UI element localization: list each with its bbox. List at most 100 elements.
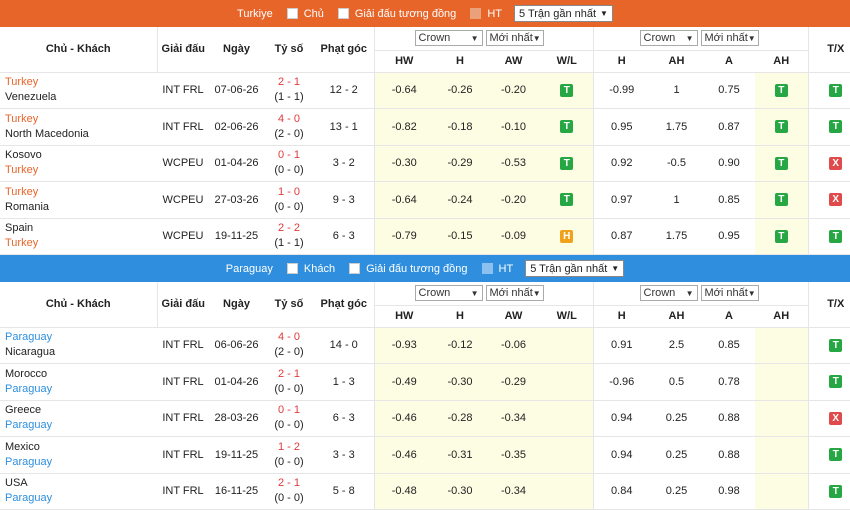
home-team[interactable]: Mexico xyxy=(5,440,157,455)
odds-type-select[interactable]: Mới nhất ▼ xyxy=(700,285,759,302)
same-league-checkbox[interactable] xyxy=(337,8,349,19)
league: WCPEU xyxy=(157,218,209,255)
col-date: Ngày xyxy=(209,27,264,73)
col-teams: Chủ - Khách xyxy=(0,282,158,328)
chevron-down-icon: ▼ xyxy=(685,33,694,43)
bookmaker-select[interactable]: Crown ▼ xyxy=(639,285,698,302)
table-row[interactable]: Greece Paraguay INT FRL 28-03-26 0 - 1 (0 - 0… xyxy=(0,400,850,437)
handicap-line: 0.25 xyxy=(650,436,703,474)
home-team[interactable]: Spain xyxy=(5,221,157,236)
result-1x2: T xyxy=(541,181,594,219)
away-team[interactable]: Turkey xyxy=(5,236,157,251)
league: INT FRL xyxy=(157,400,209,437)
corners: 1 - 3 xyxy=(314,363,375,401)
league: WCPEU xyxy=(157,181,209,219)
away-team[interactable]: Nicaragua xyxy=(5,345,157,360)
home-team[interactable]: Turkey xyxy=(5,75,157,90)
chevron-down-icon: ▼ xyxy=(470,33,479,43)
handicap-line: -0.5 xyxy=(650,145,703,182)
result-1x2 xyxy=(541,363,594,401)
away-team[interactable]: North Macedonia xyxy=(5,127,157,142)
match-date: 02-06-26 xyxy=(209,108,264,146)
result-over-under: T xyxy=(808,473,850,510)
table-row[interactable]: Turkey Venezuela INT FRL 07-06-26 2 - 1 (1 - … xyxy=(0,72,850,109)
ht-checkbox[interactable] xyxy=(481,263,493,274)
result-handicap: T xyxy=(755,218,809,255)
match-teams: Spain Turkey xyxy=(0,218,157,255)
result-over-under: T xyxy=(808,218,850,255)
full-time-score: 2 - 2 xyxy=(277,222,300,235)
col-league: Giải đấu xyxy=(157,282,209,328)
result-badge: X xyxy=(829,156,843,170)
same-league-label: Giải đấu tương đồng xyxy=(366,262,468,275)
home-team[interactable]: Kosovo xyxy=(5,148,157,163)
bookmaker-select[interactable]: Crown ▼ xyxy=(414,285,483,302)
result-over-under: X xyxy=(808,145,850,182)
same-league-checkbox[interactable] xyxy=(349,263,361,274)
table-row[interactable]: Turkey Romania WCPEU 27-03-26 1 - 0 (0 - 0) 9 … xyxy=(0,181,850,219)
odds-home-win: -0.46 xyxy=(374,400,434,437)
match-date: 07-06-26 xyxy=(209,72,264,109)
result-over-under: T xyxy=(808,436,850,474)
away-team[interactable]: Venezuela xyxy=(5,90,157,105)
odds-handicap-home: 0.94 xyxy=(593,436,650,474)
match-teams: Paraguay Nicaragua xyxy=(0,327,157,364)
home-team[interactable]: Greece xyxy=(5,403,157,418)
home-team[interactable]: USA xyxy=(5,476,157,491)
side-checkbox[interactable] xyxy=(286,263,298,274)
filter-bar: Paraguay Khách Giải đấu tương đồng HT 5 Trận… xyxy=(0,255,850,282)
side-checkbox[interactable] xyxy=(286,8,298,19)
home-team[interactable]: Paraguay xyxy=(5,330,157,345)
odds-type-select[interactable]: Mới nhất ▼ xyxy=(485,285,544,302)
odds-type-select[interactable]: Mới nhất ▼ xyxy=(700,30,759,47)
odds-type-select[interactable]: Mới nhất ▼ xyxy=(485,30,544,47)
league: WCPEU xyxy=(157,145,209,182)
match-date: 28-03-26 xyxy=(209,400,264,437)
match-count-select[interactable]: 5 Trận gần nhất ▼ xyxy=(513,5,613,22)
match-count-value: 5 Trận gần nhất xyxy=(530,262,608,275)
away-team[interactable]: Paraguay xyxy=(5,491,157,506)
table-row[interactable]: Kosovo Turkey WCPEU 01-04-26 0 - 1 (0 - 0) 3 -… xyxy=(0,145,850,182)
chevron-down-icon: ▼ xyxy=(685,288,694,298)
match-count-select[interactable]: 5 Trận gần nhất ▼ xyxy=(525,260,625,277)
result-1x2: H xyxy=(541,218,594,255)
odds-home-win: -0.82 xyxy=(374,108,434,146)
table-row[interactable]: Turkey North Macedonia INT FRL 02-06-26 4 - … xyxy=(0,108,850,146)
full-time-score: 1 - 2 xyxy=(277,440,300,453)
odds-draw: -0.26 xyxy=(434,72,486,109)
score: 4 - 0 (2 - 0) xyxy=(264,327,314,364)
odds-home-win: -0.93 xyxy=(374,327,434,364)
bookmaker-select[interactable]: Crown ▼ xyxy=(414,30,483,47)
team-name: Turkiye xyxy=(237,7,273,20)
col-corner: Phạt góc xyxy=(314,27,375,73)
col-a: A xyxy=(703,305,755,328)
recent-form-panel: Turkiye Chủ Giải đấu tương đồng HT 5 Trận gầ… xyxy=(0,0,850,510)
odds-home-win: -0.30 xyxy=(374,145,434,182)
ht-checkbox[interactable] xyxy=(470,8,482,19)
home-team[interactable]: Morocco xyxy=(5,367,157,382)
matches-table: Chủ - Khách Giải đấu Ngày Tỷ số Phạt góc Crow… xyxy=(0,27,850,255)
table-row[interactable]: Mexico Paraguay INT FRL 19-11-25 1 - 2 (0 - 0… xyxy=(0,436,850,474)
away-team[interactable]: Paraguay xyxy=(5,455,157,470)
away-team[interactable]: Romania xyxy=(5,200,157,215)
table-row[interactable]: Spain Turkey WCPEU 19-11-25 2 - 2 (1 - 1) 6 - … xyxy=(0,218,850,255)
result-badge: T xyxy=(774,229,788,243)
table-row[interactable]: Morocco Paraguay INT FRL 01-04-26 2 - 1 (0 - … xyxy=(0,363,850,401)
result-badge: T xyxy=(829,229,843,243)
away-team[interactable]: Paraguay xyxy=(5,418,157,433)
result-1x2: T xyxy=(541,72,594,109)
bookmaker-select[interactable]: Crown ▼ xyxy=(639,30,698,47)
odds-draw: -0.29 xyxy=(434,145,486,182)
odds-handicap-home: 0.87 xyxy=(593,218,650,255)
odds-group-1x2: Crown ▼ Mới nhất ▼ xyxy=(374,282,594,306)
home-team[interactable]: Turkey xyxy=(5,112,157,127)
away-team[interactable]: Turkey xyxy=(5,163,157,178)
result-handicap xyxy=(755,473,809,510)
table-row[interactable]: USA Paraguay INT FRL 16-11-25 2 - 1 (0 - 0) 5 … xyxy=(0,473,850,510)
away-team[interactable]: Paraguay xyxy=(5,382,157,397)
table-row[interactable]: Paraguay Nicaragua INT FRL 06-06-26 4 - 0 (2 … xyxy=(0,327,850,364)
odds-handicap-home: 0.91 xyxy=(593,327,650,364)
home-team[interactable]: Turkey xyxy=(5,185,157,200)
result-1x2: T xyxy=(541,108,594,146)
match-teams: Turkey Romania xyxy=(0,181,157,219)
